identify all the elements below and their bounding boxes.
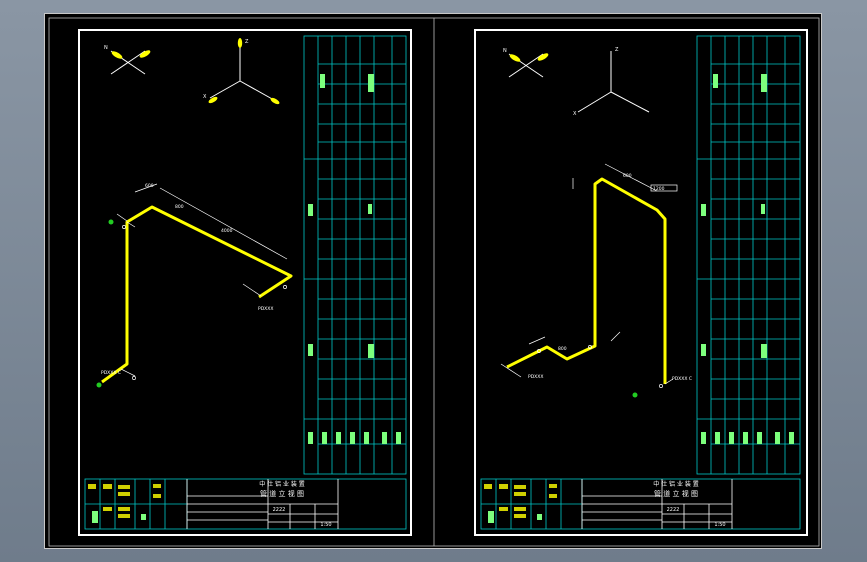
right-title-green-mark-2: [537, 514, 542, 520]
left-title-green-mark: [92, 511, 98, 523]
left-axes-icon: Z X: [203, 38, 280, 105]
left-fitting-circle-3: [122, 225, 126, 229]
left-fitting-circle: [283, 285, 287, 289]
sheet-right: 中 仕 铝 业 装 置 管 道 立 视 图 2222 1:50 N Z X 60…: [474, 29, 808, 536]
right-outlet-tag: PDXXX: [528, 374, 543, 380]
left-company-name: 中 仕 铝 业 装 置: [259, 480, 305, 488]
right-north-label: N: [503, 48, 507, 54]
left-north-arrow: N: [104, 45, 151, 75]
left-north-label: N: [104, 45, 108, 51]
right-fitting-circle-2: [659, 384, 663, 388]
left-drawing-code: 2222: [273, 507, 286, 513]
sheet-right-border: [474, 29, 808, 536]
left-valve-bottom: [96, 382, 102, 388]
left-z-label: Z: [245, 39, 249, 45]
right-dim-c: 1200: [653, 186, 665, 192]
left-x-label: X: [203, 94, 207, 100]
right-pipe-route: 600 800 1200 PDXXX C PDXXX: [500, 163, 692, 398]
right-axes-icon: Z X: [573, 47, 650, 117]
right-z-label: Z: [615, 47, 619, 53]
sheet-left: 中 仕 铝 业 装 置 管 道 立 视 图 2222 1:50 N Z X 60…: [78, 29, 412, 536]
right-x-label: X: [573, 111, 577, 117]
left-inlet-tag: PDXXX C: [101, 370, 121, 376]
right-company-name: 中 仕 铝 业 装 置: [653, 480, 699, 488]
left-outlet-tag: PDXXX: [258, 306, 273, 312]
left-dim-b: 800: [175, 204, 184, 210]
left-valve-top: [108, 219, 114, 225]
right-drawing-scale: 1:50: [714, 522, 725, 528]
left-fitting-circle-2: [132, 376, 136, 380]
right-side-table: [696, 35, 801, 475]
right-dim-b: 800: [558, 346, 567, 352]
right-dim-a: 600: [623, 173, 632, 179]
left-side-table: [303, 35, 407, 475]
left-dim-a: 600: [145, 183, 154, 189]
left-drawing-title: 管 道 立 视 图: [260, 489, 304, 498]
right-drawing-code: 2222: [667, 507, 680, 513]
left-pipe-route: 600 800 4000 PDXXX C PDXXX: [96, 183, 293, 388]
left-drawing-scale: 1:50: [320, 522, 331, 528]
right-north-arrow: N: [503, 48, 549, 78]
right-valve-bottom: [632, 392, 638, 398]
right-title-block: 中 仕 铝 业 装 置 管 道 立 视 图 2222 1:50: [480, 478, 801, 530]
right-inlet-tag: PDXXX C: [672, 376, 692, 382]
drawing-svg: 中 仕 铝 业 装 置 管 道 立 视 图 2222 1:50 N Z X 60…: [48, 17, 820, 547]
right-drawing-title: 管 道 立 视 图: [654, 489, 698, 498]
right-title-green-mark: [488, 511, 494, 523]
sheet-left-border: [78, 29, 412, 536]
cad-canvas: 中 仕 铝 业 装 置 管 道 立 视 图 2222 1:50 N Z X 60…: [44, 13, 822, 549]
left-dim-c: 4000: [221, 228, 233, 234]
left-title-block: 中 仕 铝 业 装 置 管 道 立 视 图 2222 1:50: [84, 478, 407, 530]
left-title-green-mark-2: [141, 514, 146, 520]
